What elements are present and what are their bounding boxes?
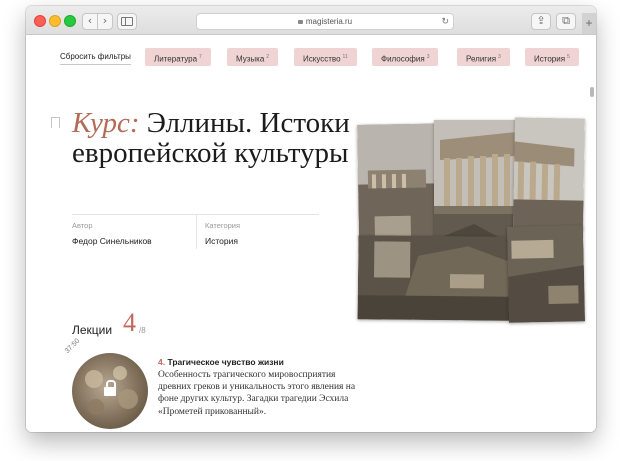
sidebar-icon xyxy=(121,17,133,26)
cover-fragment-1 xyxy=(357,123,437,239)
scrollbar[interactable] xyxy=(590,87,594,97)
meta-divider xyxy=(196,215,197,249)
lecture-number: 4. xyxy=(158,357,166,367)
lectures-total-count: /8 xyxy=(139,326,146,335)
category-label: Категория xyxy=(205,221,241,230)
back-button[interactable]: ‹ xyxy=(82,13,98,30)
filter-chip-music[interactable]: Музыка 2 xyxy=(227,48,279,66)
reload-icon[interactable]: ↻ xyxy=(441,14,449,29)
url-text: magisteria.ru xyxy=(305,17,353,26)
lectures-heading: Лекции xyxy=(72,323,113,337)
zoom-window-button[interactable] xyxy=(64,15,76,27)
share-icon: ⇪ xyxy=(536,14,546,27)
author-label: Автор xyxy=(72,221,93,230)
filter-chip-art[interactable]: Искусство 11 xyxy=(294,48,357,66)
tabs-overview-button[interactable]: ⧉ xyxy=(556,13,576,30)
page-title: Курс: Эллины. Истоки европейской культур… xyxy=(72,108,362,168)
chevron-left-icon: ‹ xyxy=(87,14,93,27)
filter-chip-philosophy[interactable]: Философия 3 xyxy=(372,48,439,66)
page-content: Сбросить фильтры Литература 7 Музыка 2 Иск… xyxy=(26,35,596,432)
lectures-current-count: 4 xyxy=(123,308,136,337)
lecture-thumbnail[interactable] xyxy=(72,353,148,429)
author-name[interactable]: Федор Синельников xyxy=(72,236,152,246)
browser-toolbar: ‹ › magisteria.ru ↻ ⇪ ⧉ + xyxy=(26,6,596,35)
category-name[interactable]: История xyxy=(205,236,238,246)
bookmark-icon[interactable] xyxy=(51,117,60,132)
filter-chip-literature[interactable]: Литература 7 xyxy=(145,48,211,66)
plus-icon: + xyxy=(585,16,593,30)
tabs-icon: ⧉ xyxy=(562,14,570,27)
cover-fragment-3 xyxy=(513,117,585,231)
course-cover-image xyxy=(357,117,585,324)
filter-chip-religion[interactable]: Религия 3 xyxy=(457,48,510,66)
cover-fragment-4 xyxy=(357,235,513,321)
lock-icon xyxy=(104,380,116,396)
close-window-button[interactable] xyxy=(34,15,46,27)
sidebar-toggle-button[interactable] xyxy=(117,13,137,30)
browser-window: ‹ › magisteria.ru ↻ ⇪ ⧉ + Сбросить фильт… xyxy=(26,6,596,432)
forward-button[interactable]: › xyxy=(97,13,113,30)
lock-icon xyxy=(297,20,303,24)
filter-chip-history[interactable]: История 5 xyxy=(525,48,579,66)
address-bar[interactable]: magisteria.ru ↻ xyxy=(196,13,454,30)
lecture-title-text: Трагическое чувство жизни xyxy=(167,357,284,367)
reset-filters-link[interactable]: Сбросить фильтры xyxy=(60,52,131,65)
new-tab-button[interactable]: + xyxy=(582,13,596,34)
minimize-window-button[interactable] xyxy=(49,15,61,27)
cover-fragment-5 xyxy=(507,225,585,323)
lecture-title[interactable]: 4. Трагическое чувство жизни xyxy=(158,357,284,367)
share-button[interactable]: ⇪ xyxy=(531,13,551,30)
course-prefix: Курс: xyxy=(72,107,140,139)
lecture-description: Особенность трагического мировосприятия … xyxy=(158,370,356,417)
chevron-right-icon: › xyxy=(102,14,108,27)
